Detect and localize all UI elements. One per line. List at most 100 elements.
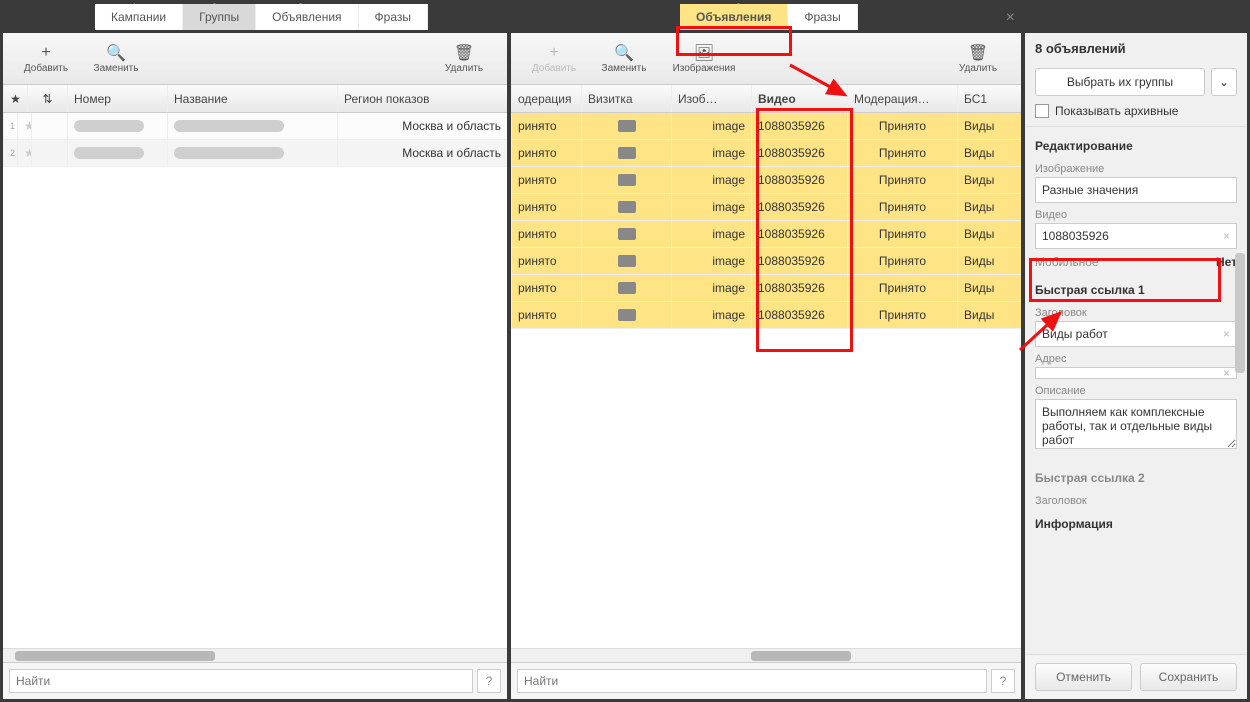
moderation-cell: ринято bbox=[511, 140, 581, 166]
moderation2-cell: Принято bbox=[847, 167, 957, 193]
close-icon[interactable]: × bbox=[1006, 9, 1015, 27]
delete-label: Удалить bbox=[959, 63, 997, 74]
star-icon: ★ bbox=[10, 92, 21, 106]
col-region[interactable]: Регион показов bbox=[337, 85, 507, 112]
table-row[interactable]: ринятоimage1088035926ПринятоВиды bbox=[511, 113, 1021, 140]
rownum: 1 bbox=[3, 113, 17, 139]
delete-button[interactable]: 🗑 Удалить bbox=[943, 43, 1013, 74]
left-search-input[interactable] bbox=[9, 669, 473, 693]
table-row[interactable]: ринятоimage1088035926ПринятоВиды bbox=[511, 221, 1021, 248]
ql1-title-field[interactable]: Виды работ × bbox=[1035, 321, 1237, 347]
col-moderation2[interactable]: Модерация… bbox=[847, 85, 957, 112]
trash-icon: 🗑 bbox=[454, 43, 474, 63]
bs1-cell: Виды bbox=[957, 248, 1021, 274]
spacer bbox=[31, 140, 67, 166]
help-button[interactable]: ? bbox=[477, 669, 501, 693]
ql1-desc-field[interactable]: Выполняем как комплексные работы, так и … bbox=[1035, 399, 1237, 449]
replace-button[interactable]: 🔍 Заменить bbox=[589, 43, 659, 74]
col-bs1[interactable]: БС1 bbox=[957, 85, 1021, 112]
vcard-icon bbox=[618, 228, 636, 240]
center-hscroll[interactable] bbox=[511, 648, 1021, 662]
video-cell: 1088035926 bbox=[751, 248, 847, 274]
tab-ads-right[interactable]: Объявления bbox=[680, 4, 788, 30]
vcard-icon bbox=[618, 255, 636, 267]
left-grid-header: ★ ⇅ Номер Название Регион показов bbox=[3, 85, 507, 113]
mobile-value: Нет bbox=[1216, 255, 1237, 269]
scroll-thumb[interactable] bbox=[15, 651, 215, 661]
vcard-icon bbox=[618, 309, 636, 321]
clear-icon[interactable]: × bbox=[1223, 327, 1230, 341]
left-tab-group: Кампании Группы Объявления Фразы bbox=[95, 4, 428, 30]
cancel-button[interactable]: Отменить bbox=[1035, 663, 1132, 691]
tab-ads-left[interactable]: Объявления bbox=[256, 4, 358, 30]
help-button[interactable]: ? bbox=[991, 669, 1015, 693]
moderation2-cell: Принято bbox=[847, 302, 957, 328]
left-hscroll[interactable] bbox=[3, 648, 507, 662]
col-number[interactable]: Номер bbox=[67, 85, 167, 112]
add-button[interactable]: + Добавить bbox=[11, 43, 81, 74]
main-area: + Добавить 🔍 Заменить 🗑 Удалить ★ ⇅ Номе… bbox=[0, 30, 1250, 702]
save-button[interactable]: Сохранить bbox=[1140, 663, 1237, 691]
name-cell bbox=[167, 113, 337, 139]
table-row[interactable]: 1 ★ Москва и область bbox=[3, 113, 507, 140]
table-row[interactable]: ринятоimage1088035926ПринятоВиды bbox=[511, 167, 1021, 194]
select-groups-dropdown[interactable]: ⌄ bbox=[1211, 68, 1237, 96]
image-field[interactable]: Разные значения bbox=[1035, 177, 1237, 203]
right-panel: 8 объявлений Выбрать их группы ⌄ Показыв… bbox=[1025, 33, 1247, 699]
video-label: Видео bbox=[1025, 203, 1247, 223]
col-video[interactable]: Видео bbox=[751, 85, 847, 112]
table-row[interactable]: 2 ★ Москва и область bbox=[3, 140, 507, 167]
image-cell: image bbox=[671, 194, 751, 220]
clear-icon[interactable]: × bbox=[1223, 366, 1230, 380]
table-row[interactable]: ринятоimage1088035926ПринятоВиды bbox=[511, 302, 1021, 329]
tab-phrases-right[interactable]: Фразы bbox=[788, 4, 857, 30]
scroll-thumb[interactable] bbox=[751, 651, 851, 661]
center-search-input[interactable] bbox=[517, 669, 987, 693]
images-button[interactable]: 🖼 Изображения bbox=[659, 43, 749, 74]
table-row[interactable]: ринятоimage1088035926ПринятоВиды bbox=[511, 248, 1021, 275]
image-value: Разные значения bbox=[1042, 183, 1138, 197]
tab-campaigns[interactable]: Кампании bbox=[95, 4, 183, 30]
search-icon: 🔍 bbox=[614, 43, 634, 63]
clear-icon[interactable]: × bbox=[1223, 229, 1230, 243]
vcard-icon bbox=[618, 282, 636, 294]
vcard-cell bbox=[581, 167, 671, 193]
show-archived-checkbox[interactable] bbox=[1035, 104, 1049, 118]
replace-button[interactable]: 🔍 Заменить bbox=[81, 43, 151, 74]
replace-label: Заменить bbox=[602, 63, 647, 74]
moderation-cell: ринято bbox=[511, 167, 581, 193]
moderation2-cell: Принято bbox=[847, 140, 957, 166]
replace-label: Заменить bbox=[94, 63, 139, 74]
right-vscroll[interactable] bbox=[1235, 253, 1245, 373]
video-cell: 1088035926 bbox=[751, 194, 847, 220]
col-name[interactable]: Название bbox=[167, 85, 337, 112]
col-moderation[interactable]: одерация bbox=[511, 85, 581, 112]
bs1-cell: Виды bbox=[957, 113, 1021, 139]
tab-groups[interactable]: Группы bbox=[183, 4, 256, 30]
plus-icon: + bbox=[549, 43, 558, 63]
tab-phrases-left[interactable]: Фразы bbox=[359, 4, 428, 30]
moderation2-cell: Принято bbox=[847, 113, 957, 139]
moderation2-cell: Принято bbox=[847, 221, 957, 247]
center-grid-body: ринятоimage1088035926ПринятоВидыринятоim… bbox=[511, 113, 1021, 648]
ql1-desc-label: Описание bbox=[1025, 379, 1247, 399]
col-vcard[interactable]: Визитка bbox=[581, 85, 671, 112]
fav-icon[interactable]: ★ bbox=[17, 140, 31, 166]
video-cell: 1088035926 bbox=[751, 221, 847, 247]
vcard-cell bbox=[581, 275, 671, 301]
fav-icon[interactable]: ★ bbox=[17, 113, 31, 139]
moderation-cell: ринято bbox=[511, 194, 581, 220]
vcard-cell bbox=[581, 302, 671, 328]
select-groups-button[interactable]: Выбрать их группы bbox=[1035, 68, 1205, 96]
ql1-address-field[interactable]: × bbox=[1035, 367, 1237, 379]
video-field[interactable]: 1088035926 × bbox=[1035, 223, 1237, 249]
table-row[interactable]: ринятоimage1088035926ПринятоВиды bbox=[511, 275, 1021, 302]
info-section: Информация bbox=[1025, 509, 1247, 535]
col-image[interactable]: Изоб… bbox=[671, 85, 751, 112]
moderation-cell: ринято bbox=[511, 113, 581, 139]
col-star[interactable]: ★ bbox=[3, 85, 27, 112]
col-sort[interactable]: ⇅ bbox=[27, 85, 67, 112]
table-row[interactable]: ринятоimage1088035926ПринятоВиды bbox=[511, 140, 1021, 167]
table-row[interactable]: ринятоimage1088035926ПринятоВиды bbox=[511, 194, 1021, 221]
delete-button[interactable]: 🗑 Удалить bbox=[429, 43, 499, 74]
